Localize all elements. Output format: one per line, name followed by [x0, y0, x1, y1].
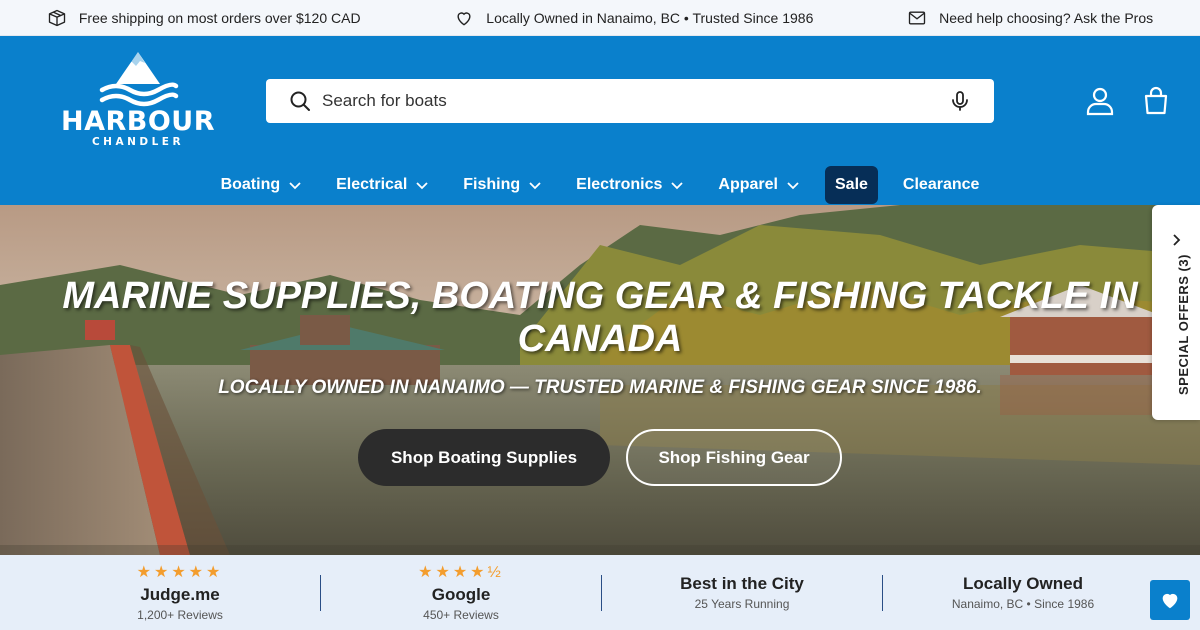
nav-item-electronics[interactable]: Electronics [559, 166, 701, 204]
announcement-help[interactable]: Need help choosing? Ask the Pros [907, 8, 1153, 28]
badge-title: Best in the City [680, 574, 804, 593]
hero-title: MARINE SUPPLIES, BOATING GEAR & FISHING … [62, 275, 1138, 360]
announcement-local-text: Locally Owned in Nanaimo, BC • Trusted S… [486, 9, 814, 26]
chevron-down-icon [671, 182, 684, 190]
main-nav: Boating Electrical Fishing Electronics A… [0, 165, 1200, 205]
nav-item-electrical[interactable]: Electrical [319, 166, 446, 204]
nav-item-label: Electronics [576, 176, 663, 193]
chevron-right-icon [1173, 234, 1181, 246]
logo-subtitle: CHANDLER [91, 136, 185, 148]
box-icon [48, 9, 66, 26]
shop-boating-supplies-button[interactable]: Shop Boating Supplies [358, 429, 610, 486]
chevron-down-icon [416, 182, 428, 190]
search-input[interactable] [322, 91, 938, 111]
hero-subtitle: LOCALLY OWNED IN NANAIMO — TRUSTED MARIN… [218, 377, 982, 398]
nav-item-label: Fishing [463, 176, 521, 193]
reviews-strip: ★★★★★ Judge.me 1,200+ Reviews ★★★★½ Goog… [0, 555, 1200, 630]
review-google: ★★★★½ Google 450+ Reviews [321, 564, 601, 622]
heart-icon [457, 11, 471, 26]
badge-sub: 25 Years Running [694, 597, 790, 611]
nav-item-boating[interactable]: Boating [204, 166, 320, 204]
announcement-local: Locally Owned in Nanaimo, BC • Trusted S… [454, 8, 813, 28]
nav-item-label: Boating [220, 176, 281, 193]
star-rating: ★★★★½ [418, 563, 504, 581]
nav-item-label: Electrical [336, 176, 408, 193]
chevron-down-icon [787, 182, 799, 190]
nav-item-label: Apparel [718, 176, 778, 193]
mail-icon [908, 11, 926, 24]
microphone-icon[interactable] [948, 89, 972, 113]
nav-item-label: Clearance [902, 176, 980, 193]
review-source: Judge.me [140, 584, 220, 604]
shopping-bag-icon[interactable] [1140, 85, 1172, 117]
account-icon[interactable] [1084, 85, 1116, 117]
star-rating: ★★★★★ [136, 563, 224, 581]
shop-fishing-gear-button[interactable]: Shop Fishing Gear [626, 429, 842, 486]
badge-locally-owned: Locally Owned Nanaimo, BC • Since 1986 [883, 574, 1163, 611]
wishlist-button[interactable] [1150, 580, 1190, 620]
review-judgeme: ★★★★★ Judge.me 1,200+ Reviews [40, 564, 320, 622]
announcement-shipping: Free shipping on most orders over $120 C… [47, 8, 361, 28]
review-source: Google [431, 584, 491, 604]
search-icon[interactable] [288, 89, 312, 113]
review-count: 1,200+ Reviews [137, 607, 223, 622]
logo-wordmark: HARBOUR [60, 106, 216, 137]
review-count: 450+ Reviews [423, 607, 499, 622]
badge-title: Locally Owned [963, 574, 1083, 593]
chevron-down-icon [529, 182, 541, 190]
nav-item-sale[interactable]: Sale [825, 166, 878, 204]
search-bar[interactable] [266, 79, 994, 123]
nav-item-label: Sale [835, 176, 868, 193]
special-offers-tab[interactable]: SPECIAL OFFERS (3) [1152, 205, 1200, 420]
nav-item-clearance[interactable]: Clearance [886, 166, 997, 204]
logo[interactable]: HARBOUR CHANDLER [58, 50, 218, 154]
badge-best-in-city: Best in the City 25 Years Running [602, 574, 882, 611]
hero-banner: MARINE SUPPLIES, BOATING GEAR & FISHING … [0, 205, 1200, 555]
announcement-shipping-text: Free shipping on most orders over $120 C… [78, 9, 361, 26]
nav-item-fishing[interactable]: Fishing [446, 166, 559, 204]
special-offers-label: SPECIAL OFFERS (3) [1176, 254, 1191, 395]
nav-item-apparel[interactable]: Apparel [701, 166, 817, 204]
chevron-down-icon [289, 182, 301, 190]
badge-sub: Nanaimo, BC • Since 1986 [951, 597, 1095, 611]
announcement-bar: Free shipping on most orders over $120 C… [0, 0, 1200, 36]
mountain-logo-icon [99, 52, 179, 107]
site-header: HARBOUR CHANDLER Boating Electrical Fish… [0, 36, 1200, 205]
announcement-help-text: Need help choosing? Ask the Pros [939, 9, 1154, 26]
heart-icon [1162, 593, 1178, 609]
